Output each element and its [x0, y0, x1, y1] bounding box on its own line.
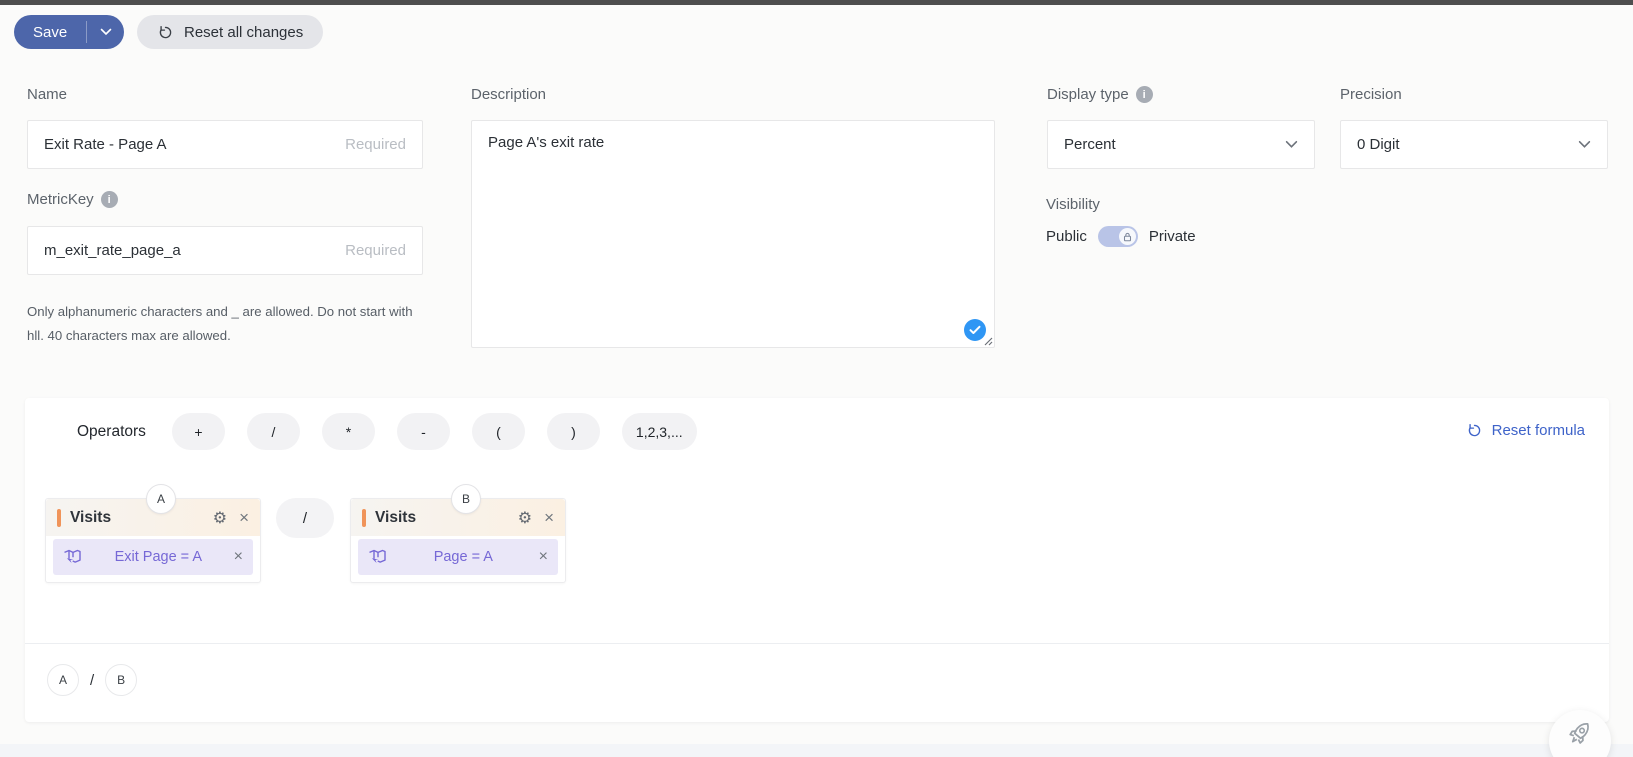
visibility-control: Public Private: [1046, 226, 1196, 247]
block-badge: A: [146, 484, 176, 514]
operator-open-paren-button[interactable]: (: [472, 413, 525, 450]
metrickey-input[interactable]: m_exit_rate_page_a Required: [27, 226, 423, 275]
preview-badge-a: A: [47, 664, 79, 696]
formula-operator-pill[interactable]: /: [276, 498, 334, 538]
chevron-down-icon: [100, 28, 112, 36]
top-accent-bar: [0, 0, 1633, 5]
filter-label: Page = A: [397, 549, 530, 565]
precision-value: 0 Digit: [1357, 136, 1400, 153]
formula-preview: A / B: [47, 664, 137, 696]
close-icon[interactable]: ×: [239, 509, 249, 526]
rocket-icon: [1565, 710, 1595, 748]
save-button[interactable]: Save: [14, 15, 86, 49]
operators-label: Operators: [77, 423, 146, 441]
operator-multiply-button[interactable]: *: [322, 413, 375, 450]
description-textarea[interactable]: Page A's exit rate: [471, 120, 995, 348]
display-type-label-row: Display type i: [1047, 86, 1153, 103]
operator-divide-button[interactable]: /: [247, 413, 300, 450]
reset-icon: [1466, 422, 1483, 439]
map-scope-icon: [368, 549, 388, 565]
metric-block-a[interactable]: A Visits ⚙ × Exit Page = A ×: [45, 498, 261, 583]
precision-select[interactable]: 0 Digit: [1340, 120, 1608, 169]
name-input-value: Exit Rate - Page A: [44, 136, 167, 153]
formula-preview-divider: [25, 643, 1609, 644]
precision-label: Precision: [1340, 86, 1402, 103]
reset-all-changes-button[interactable]: Reset all changes: [137, 15, 323, 49]
metrickey-label-row: MetricKey i: [27, 191, 118, 208]
visibility-toggle[interactable]: [1098, 226, 1138, 247]
info-icon[interactable]: i: [101, 191, 118, 208]
metric-block-b[interactable]: B Visits ⚙ × Page = A ×: [350, 498, 566, 583]
operator-minus-button[interactable]: -: [397, 413, 450, 450]
save-dropdown-toggle[interactable]: [87, 15, 124, 49]
close-icon[interactable]: ×: [544, 509, 554, 526]
footer-strip: [0, 744, 1633, 757]
textarea-resize-handle[interactable]: [982, 335, 993, 346]
formula-builder-panel: Operators + / * - ( ) 1,2,3,... Reset fo…: [25, 398, 1609, 722]
filter-chip[interactable]: Exit Page = A ×: [53, 539, 253, 575]
gear-icon[interactable]: ⚙: [213, 510, 227, 526]
visibility-public-label: Public: [1046, 228, 1087, 245]
description-label: Description: [471, 86, 546, 103]
display-type-select[interactable]: Percent: [1047, 120, 1315, 169]
reset-icon: [157, 24, 174, 41]
visibility-label: Visibility: [1046, 196, 1100, 213]
close-icon[interactable]: ×: [234, 549, 243, 565]
reset-formula-button[interactable]: Reset formula: [1466, 422, 1585, 439]
filter-chip[interactable]: Page = A ×: [358, 539, 558, 575]
gear-icon[interactable]: ⚙: [518, 510, 532, 526]
preview-operator: /: [90, 672, 94, 689]
display-type-value: Percent: [1064, 136, 1116, 153]
preview-badge-b: B: [105, 664, 137, 696]
metric-name: Visits: [70, 509, 204, 527]
metric-editor-page: Save Reset all changes Name Exit Rate - …: [0, 0, 1633, 757]
visibility-private-label: Private: [1149, 228, 1196, 245]
name-input[interactable]: Exit Rate - Page A Required: [27, 120, 423, 169]
save-split-button[interactable]: Save: [14, 15, 124, 49]
metric-block-body: Page = A ×: [351, 536, 565, 582]
chevron-down-icon: [1285, 140, 1298, 149]
block-badge: B: [451, 484, 481, 514]
display-type-label: Display type: [1047, 86, 1129, 103]
map-scope-icon: [63, 549, 83, 565]
operator-plus-button[interactable]: +: [172, 413, 225, 450]
metric-block-body: Exit Page = A ×: [46, 536, 260, 582]
operator-buttons: + / * - ( ) 1,2,3,...: [172, 413, 697, 450]
metric-accent-bar: [57, 509, 61, 527]
metrickey-label: MetricKey: [27, 191, 94, 208]
reset-formula-label: Reset formula: [1492, 422, 1585, 439]
operators-row: Operators + / * - ( ) 1,2,3,...: [77, 413, 697, 450]
reset-all-changes-label: Reset all changes: [184, 24, 303, 41]
metrickey-required-hint: Required: [345, 242, 406, 259]
lock-icon: [1119, 228, 1136, 245]
metrickey-input-value: m_exit_rate_page_a: [44, 242, 181, 259]
metric-name: Visits: [375, 509, 509, 527]
close-icon[interactable]: ×: [539, 549, 548, 565]
metric-accent-bar: [362, 509, 366, 527]
name-required-hint: Required: [345, 136, 406, 153]
description-value: Page A's exit rate: [488, 134, 604, 151]
chevron-down-icon: [1578, 140, 1591, 149]
metrickey-help-text: Only alphanumeric characters and _ are a…: [27, 300, 429, 348]
filter-label: Exit Page = A: [92, 549, 225, 565]
operator-close-paren-button[interactable]: ): [547, 413, 600, 450]
info-icon[interactable]: i: [1136, 86, 1153, 103]
name-label: Name: [27, 86, 67, 103]
operator-number-button[interactable]: 1,2,3,...: [622, 413, 697, 450]
